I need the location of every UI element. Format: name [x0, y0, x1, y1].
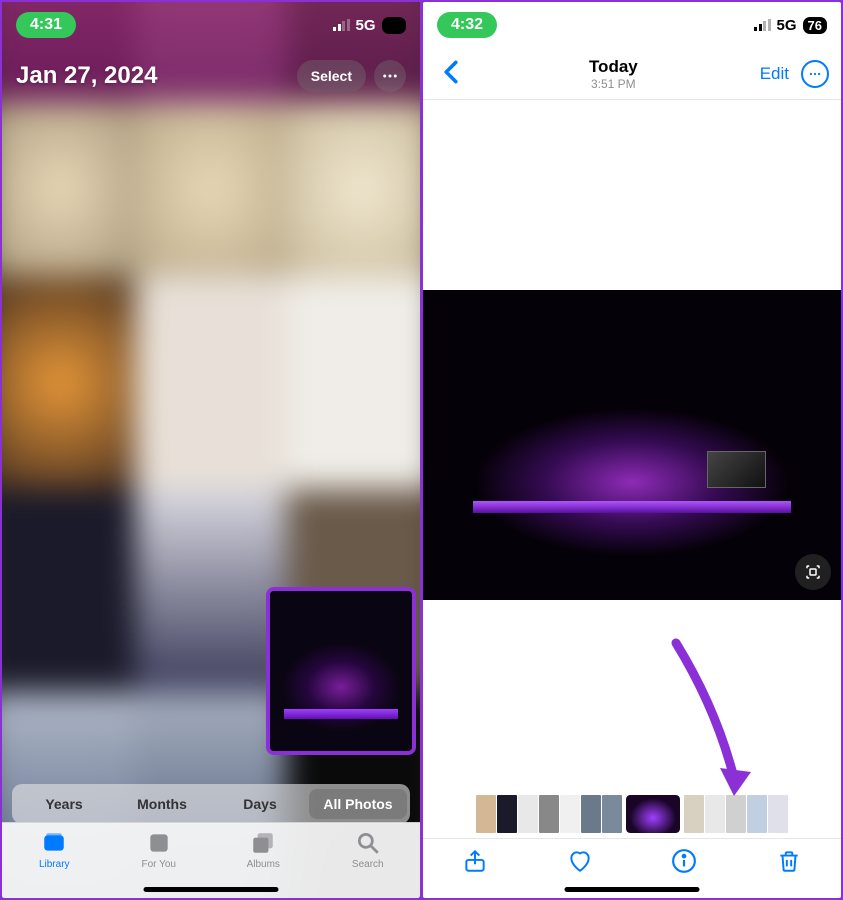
live-text-button[interactable] — [795, 554, 831, 590]
more-button[interactable] — [374, 60, 406, 92]
segment-days[interactable]: Days — [211, 789, 309, 819]
tab-albums-label: Albums — [247, 859, 280, 870]
status-indicators: 5G 76 — [754, 17, 827, 34]
back-chevron-icon — [443, 60, 459, 84]
thumb-group-prev[interactable] — [476, 795, 622, 833]
thumb-group-next[interactable] — [684, 795, 788, 833]
tab-library-label: Library — [39, 859, 70, 870]
status-bar: 4:32 5G 76 — [423, 2, 841, 48]
trash-icon — [776, 848, 802, 874]
nav-title: Today 3:51 PM — [589, 57, 638, 91]
tab-library[interactable]: Library — [2, 823, 107, 898]
share-button[interactable] — [454, 840, 496, 885]
status-time: 4:31 — [16, 12, 76, 38]
status-bar: 4:31 5G 76 — [2, 2, 420, 48]
foryou-icon — [146, 830, 172, 856]
view-segment-control: Years Months Days All Photos — [12, 784, 410, 824]
filmstrip[interactable] — [423, 790, 841, 838]
share-icon — [462, 848, 488, 874]
nav-bar: Today 3:51 PM Edit — [423, 48, 841, 100]
edit-button[interactable]: Edit — [760, 64, 789, 84]
search-icon — [355, 830, 381, 856]
favorite-button[interactable] — [559, 840, 601, 885]
home-indicator[interactable] — [565, 887, 700, 892]
library-header: Jan 27, 2024 Select — [2, 60, 420, 92]
signal-icon — [333, 19, 350, 31]
highlighted-thumbnail[interactable] — [266, 587, 416, 755]
photo-content — [423, 290, 841, 600]
photo-grid[interactable]: Jan 27, 2024 Select Years Months Days Al… — [2, 2, 420, 898]
tab-search-label: Search — [352, 859, 384, 870]
nav-title-main: Today — [589, 57, 638, 77]
nav-title-sub: 3:51 PM — [589, 77, 638, 91]
more-button[interactable] — [801, 60, 829, 88]
thumb-current[interactable] — [626, 795, 680, 833]
tab-search[interactable]: Search — [316, 823, 421, 898]
home-indicator[interactable] — [144, 887, 279, 892]
library-screen: 4:31 5G 76 — [2, 2, 420, 898]
library-icon — [41, 830, 67, 856]
back-button[interactable] — [435, 52, 467, 95]
delete-button[interactable] — [768, 840, 810, 885]
network-label: 5G — [777, 17, 797, 34]
battery-badge: 76 — [382, 17, 406, 34]
network-label: 5G — [356, 17, 376, 34]
status-time: 4:32 — [437, 12, 497, 38]
lens-icon — [804, 563, 822, 581]
segment-months[interactable]: Months — [113, 789, 211, 819]
battery-badge: 76 — [803, 17, 827, 34]
segment-years[interactable]: Years — [15, 789, 113, 819]
albums-icon — [250, 830, 276, 856]
info-button[interactable] — [663, 840, 705, 885]
more-icon — [808, 67, 822, 81]
info-icon — [671, 848, 697, 874]
signal-icon — [754, 19, 771, 31]
tab-foryou-label: For You — [142, 859, 176, 870]
segment-all-photos[interactable]: All Photos — [309, 789, 407, 819]
photo-detail-screen: 4:32 5G 76 Today 3:51 PM Edit — [423, 2, 841, 898]
select-button[interactable]: Select — [297, 60, 366, 92]
photo-view[interactable] — [423, 100, 841, 790]
date-title: Jan 27, 2024 — [16, 62, 157, 90]
status-indicators: 5G 76 — [333, 17, 406, 34]
more-icon — [381, 67, 399, 85]
heart-icon — [567, 848, 593, 874]
blurred-thumbnails — [2, 2, 420, 898]
